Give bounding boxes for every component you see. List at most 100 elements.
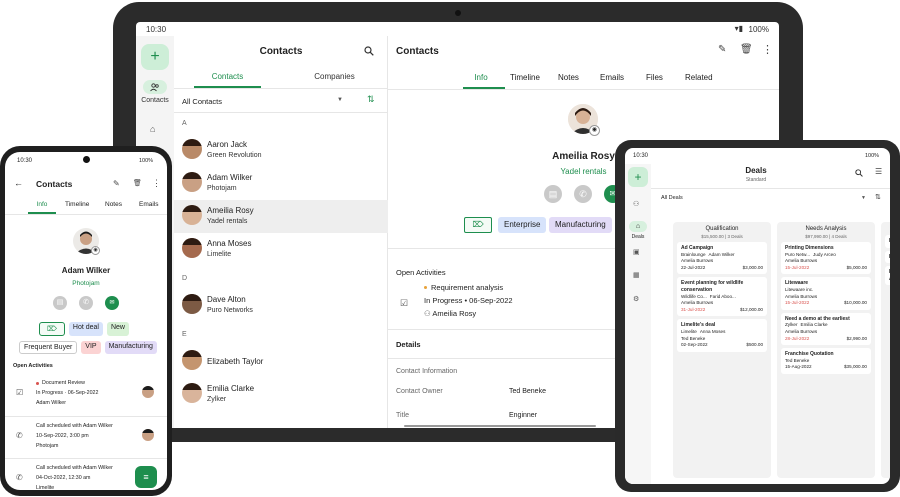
message-icon[interactable]: ▤ xyxy=(544,185,562,203)
section-letter: D xyxy=(182,275,188,282)
add-fab[interactable]: + xyxy=(141,44,169,70)
tag-new[interactable]: New xyxy=(106,322,129,336)
contact-row[interactable]: Aaron Jack Green Revolution xyxy=(174,134,388,167)
tab-contacts[interactable]: Contacts xyxy=(174,72,281,81)
deal-card[interactable]: Franchise Quotation Ted Beneke 15-Aug-2022… xyxy=(781,348,871,374)
settings-icon[interactable]: ⚙ xyxy=(633,295,639,303)
contacts-icon[interactable]: ⚇ xyxy=(633,200,639,208)
delete-icon[interactable]: 🗑 xyxy=(133,179,142,187)
tab-info[interactable]: Info xyxy=(28,201,56,208)
calendar-icon[interactable]: ▦ xyxy=(633,271,640,279)
deal-footer: 15-Jul-2022 $10,000.00 xyxy=(785,300,867,307)
tab-notes[interactable]: Notes xyxy=(558,73,579,82)
chevron-down-icon[interactable]: ▼ xyxy=(337,97,343,103)
camera xyxy=(83,156,90,163)
tab-related[interactable]: Related xyxy=(685,73,713,82)
contact-row[interactable]: Anna Moses Limelite xyxy=(174,233,388,266)
search-icon[interactable] xyxy=(855,169,863,177)
camera-icon[interactable]: ◉ xyxy=(91,246,100,255)
more-icon[interactable]: ⋮ xyxy=(152,178,161,189)
tab-emails[interactable]: Emails xyxy=(600,73,624,82)
filter-select[interactable]: All Contacts xyxy=(182,97,222,106)
deal-amount: $10,000.00 xyxy=(844,300,867,306)
deal-card[interactable]: Printing Dimensions Puro Netw... Judy Arce… xyxy=(781,242,871,275)
field-value-owner: Ted Beneke xyxy=(509,388,546,395)
deal-card[interactable]: Hote xyxy=(885,250,890,264)
contact-row[interactable]: Dave Alton Puro Networks xyxy=(174,289,388,322)
chevron-down-icon[interactable]: ▼ xyxy=(861,195,866,201)
more-icon[interactable]: ⋮ xyxy=(762,43,773,56)
tag-frequent-buyer[interactable]: Frequent Buyer xyxy=(19,341,78,354)
list-title: Contacts xyxy=(259,46,303,57)
tag-enterprise[interactable]: Enterprise xyxy=(498,217,547,233)
edit-icon[interactable]: ✎ xyxy=(113,179,120,188)
search-icon[interactable] xyxy=(364,46,374,56)
tab-companies[interactable]: Companies xyxy=(281,72,388,81)
deal-card[interactable]: Mob Ama xyxy=(885,266,890,286)
sort-icon[interactable]: ⇅ xyxy=(875,193,881,201)
deal-card[interactable]: Need a demo at the earliest Zylker Emilia … xyxy=(781,312,871,346)
phone-icon[interactable]: ✆ xyxy=(574,185,592,203)
deal-title: Limelite's deal xyxy=(681,322,716,329)
column-name: Qualification xyxy=(705,226,739,232)
delete-icon[interactable]: 🗑 xyxy=(740,44,753,55)
phone-screen: 10:30 100% ← Contacts ✎ 🗑 ⋮ Info Timeline… xyxy=(5,152,167,490)
tab-notes[interactable]: Notes xyxy=(105,201,122,208)
tab-files[interactable]: Files xyxy=(646,73,663,82)
deal-footer: 02-Sep-2022 $500.00 xyxy=(681,342,763,349)
message-icon[interactable]: ▤ xyxy=(53,296,67,310)
avatar xyxy=(182,383,202,403)
tag-manufacturing[interactable]: Manufacturing xyxy=(549,217,612,233)
deals-icon[interactable]: ⌂ xyxy=(150,124,155,134)
contact-list-pane: Contacts Contacts Companies All Contacts… xyxy=(174,36,388,428)
avatar-hair xyxy=(182,383,202,390)
camera-icon[interactable]: ◉ xyxy=(589,125,600,136)
tab-timeline[interactable]: Timeline xyxy=(65,201,89,208)
tag-icon[interactable]: ⌦ xyxy=(39,322,65,336)
add-activity-fab[interactable]: ≡ xyxy=(135,466,157,488)
activity-owner: Ameilia Rosy xyxy=(432,309,477,318)
avatar-hair xyxy=(142,429,154,433)
plus-icon: + xyxy=(634,170,642,184)
tag-manufacturing[interactable]: Manufacturing xyxy=(104,341,157,354)
tab-emails[interactable]: Emails xyxy=(139,201,159,208)
phone-icon[interactable]: ✆ xyxy=(79,296,93,310)
deal-card[interactable]: Limelite's deal Limelite Anna Moses Ted Ben… xyxy=(677,319,767,352)
tag-icon[interactable]: ⌦ xyxy=(464,217,492,233)
deal-card[interactable]: Litewaare Litewaare inc. Amelia Burrows 15-… xyxy=(781,277,871,310)
tag-row: ⌦ Hot deal New xyxy=(9,322,159,336)
avatar-hair xyxy=(182,205,202,212)
edit-icon[interactable]: ✎ xyxy=(718,44,726,55)
tag-vip[interactable]: VIP xyxy=(81,341,101,354)
deal-footer: 15-Jul-2022 $5,000.00 xyxy=(785,265,867,272)
activity-item[interactable]: ☑ Document Review In Progress · 06-Sep-202… xyxy=(5,374,167,416)
deal-card[interactable]: Ad Campaign Brainlounge Adam Wilker Amelia … xyxy=(677,242,767,275)
back-arrow-icon[interactable]: ← xyxy=(14,178,23,188)
filter-select[interactable]: All Deals xyxy=(661,195,683,201)
email-icon[interactable]: ✉ xyxy=(105,296,119,310)
divider xyxy=(388,89,779,90)
sort-icon[interactable]: ⇅ xyxy=(367,94,375,105)
contact-row[interactable]: Emilia Clarke Zylker xyxy=(174,378,388,411)
activity-item[interactable]: ✆ Call scheduled with Adam Wilker 10-Sep-2… xyxy=(5,416,167,458)
activity-status-line: In Progress • 06-Sep-2022 xyxy=(424,296,513,305)
deal-card[interactable]: Event planning for wildlife conservation… xyxy=(677,277,767,317)
tag-hot-deal[interactable]: Hot deal xyxy=(68,322,103,336)
contact-company: Photojam xyxy=(72,280,100,287)
contact-row[interactable]: Ameilia Rosy Yadel rentals xyxy=(174,200,388,233)
add-fab[interactable]: + xyxy=(628,167,648,187)
divider xyxy=(651,188,890,189)
contact-row[interactable]: Adam Wilker Photojam xyxy=(174,167,388,200)
tab-info[interactable]: Info xyxy=(460,73,502,82)
rail-item-contacts[interactable] xyxy=(143,80,167,94)
scrollbar[interactable] xyxy=(404,425,596,427)
deal-amount: $35,000.00 xyxy=(844,364,867,370)
deal-card[interactable]: Rese xyxy=(885,235,890,248)
list-view-icon[interactable]: ☰ xyxy=(875,167,882,176)
deals-icon[interactable]: ⌂ xyxy=(629,221,647,232)
contact-row[interactable]: Elizabeth Taylor xyxy=(174,345,388,378)
tasks-icon[interactable]: ▣ xyxy=(633,248,640,256)
deal-title: Rese xyxy=(889,238,890,245)
tab-timeline[interactable]: Timeline xyxy=(510,73,540,82)
activity-title[interactable]: Requirement analysis xyxy=(431,283,503,292)
